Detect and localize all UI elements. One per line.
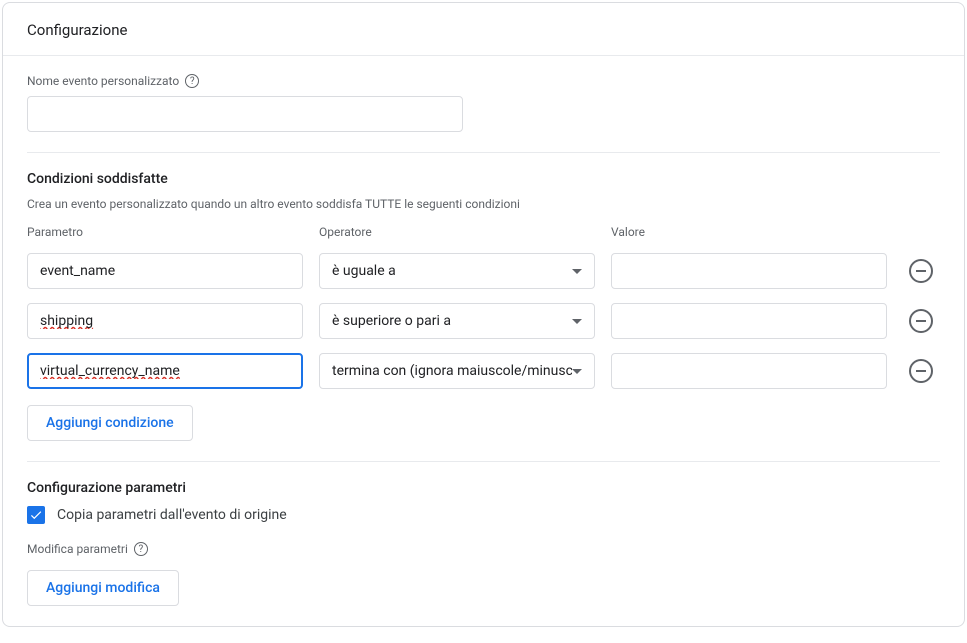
params-title: Configurazione parametri: [27, 480, 940, 496]
card-title: Configurazione: [27, 21, 940, 39]
chevron-down-icon: [572, 369, 582, 374]
add-condition-button[interactable]: Aggiungi condizione: [27, 405, 193, 441]
add-modification-button[interactable]: Aggiungi modifica: [27, 570, 179, 606]
custom-event-name-input[interactable]: [27, 96, 463, 132]
copy-params-checkbox[interactable]: [27, 506, 45, 524]
remove-condition-button[interactable]: [909, 309, 933, 333]
conditions-title: Condizioni soddisfatte: [27, 171, 940, 187]
condition-operator-select[interactable]: è uguale a: [319, 253, 595, 289]
condition-value-input[interactable]: [611, 353, 887, 389]
chevron-down-icon: [572, 319, 582, 324]
condition-param-input[interactable]: [27, 353, 303, 389]
check-icon: [29, 508, 43, 522]
condition-operator-text: termina con (ignora maiuscole/minuscole): [332, 363, 572, 379]
help-icon[interactable]: ?: [185, 74, 199, 88]
col-label-param: Parametro: [27, 225, 303, 239]
conditions-subtitle: Crea un evento personalizzato quando un …: [27, 197, 940, 211]
copy-params-label: Copia parametri dall'evento di origine: [57, 507, 287, 523]
condition-operator-select[interactable]: è superiore o pari a: [319, 303, 595, 339]
custom-event-section: Nome evento personalizzato ?: [3, 56, 964, 152]
col-label-operator: Operatore: [319, 225, 595, 239]
condition-value-input[interactable]: [611, 253, 887, 289]
modify-params-label-row: Modifica parametri ?: [27, 542, 940, 556]
condition-value-input[interactable]: [611, 303, 887, 339]
help-icon[interactable]: ?: [134, 542, 148, 556]
condition-operator-text: è superiore o pari a: [332, 313, 572, 329]
configuration-card: Configurazione Nome evento personalizzat…: [2, 2, 965, 627]
params-section: Configurazione parametri Copia parametri…: [3, 462, 964, 626]
conditions-section: Condizioni soddisfatte Crea un evento pe…: [3, 153, 964, 461]
chevron-down-icon: [572, 269, 582, 274]
conditions-grid: Parametro Operatore Valore è uguale a è s…: [27, 225, 940, 389]
condition-operator-text: è uguale a: [332, 263, 572, 279]
custom-event-label: Nome evento personalizzato: [27, 74, 179, 88]
condition-param-input[interactable]: [27, 253, 303, 289]
condition-operator-select[interactable]: termina con (ignora maiuscole/minuscole): [319, 353, 595, 389]
condition-param-input[interactable]: [27, 303, 303, 339]
col-label-value: Valore: [611, 225, 887, 239]
card-header: Configurazione: [3, 3, 964, 56]
modify-params-label: Modifica parametri: [27, 542, 128, 556]
remove-condition-button[interactable]: [909, 359, 933, 383]
copy-params-row: Copia parametri dall'evento di origine: [27, 506, 940, 524]
remove-condition-button[interactable]: [909, 259, 933, 283]
custom-event-label-row: Nome evento personalizzato ?: [27, 74, 940, 88]
